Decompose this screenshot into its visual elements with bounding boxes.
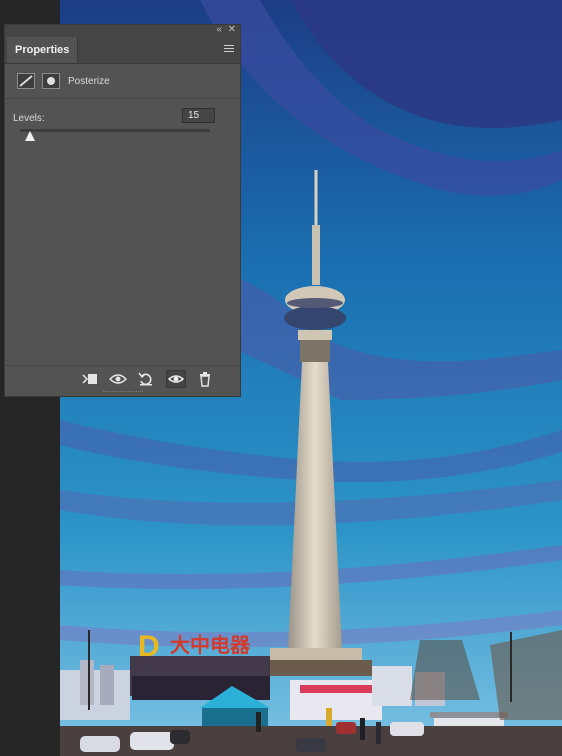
guard-house-roof: [430, 712, 508, 718]
tab-properties[interactable]: Properties: [7, 37, 79, 63]
panel-titlebar[interactable]: « ✕: [5, 24, 240, 37]
panel-footer: [5, 365, 240, 393]
close-icon[interactable]: ✕: [228, 24, 236, 35]
adjustment-name: Posterize: [68, 76, 110, 87]
reset-icon[interactable]: [137, 371, 155, 387]
building-right: [372, 666, 412, 706]
panel-tabbar: Properties: [5, 37, 240, 64]
street-lamp: [88, 630, 90, 710]
adjustment-layer-icon[interactable]: [17, 73, 35, 89]
store-logo: D: [138, 630, 160, 663]
view-previous-state-icon[interactable]: [108, 371, 128, 387]
levels-slider-track[interactable]: [20, 129, 210, 132]
panel-resize-grip[interactable]: [103, 391, 143, 395]
mask-icon[interactable]: [42, 73, 60, 89]
trash-icon[interactable]: [196, 371, 214, 387]
panel-menu-icon[interactable]: [224, 45, 234, 53]
store-name: 大中电器: [170, 633, 251, 657]
street-lamp: [510, 632, 512, 702]
clip-to-layer-icon[interactable]: [81, 371, 99, 387]
banner-stripe: [300, 685, 372, 693]
levels-input[interactable]: [182, 108, 215, 123]
adjustment-header: Posterize: [5, 64, 240, 99]
collapse-icon[interactable]: «: [216, 24, 222, 35]
visibility-eye-icon[interactable]: [166, 370, 186, 388]
properties-panel[interactable]: « ✕ Properties Posterize Levels:: [4, 24, 241, 397]
levels-slider-thumb[interactable]: [24, 131, 35, 141]
levels-label: Levels:: [13, 113, 45, 124]
